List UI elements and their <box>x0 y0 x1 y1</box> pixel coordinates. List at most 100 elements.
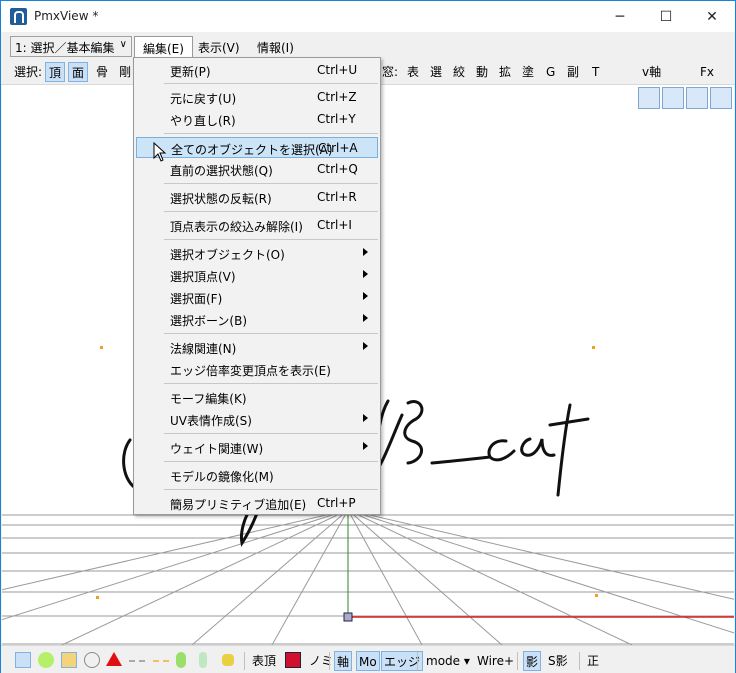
menu-item-invert-selection[interactable]: 選択状態の反転(R) Ctrl+R <box>136 187 378 208</box>
menu-separator <box>164 383 378 384</box>
mode-dropdown[interactable]: mode ▾ <box>424 651 472 671</box>
menu-separator <box>164 489 378 490</box>
status-separator <box>517 652 518 670</box>
menu-item-selected-vertex[interactable]: 選択頂点(V) <box>136 265 378 286</box>
menu-info[interactable]: 情報(I) <box>249 36 302 57</box>
tool-sub[interactable]: 副 <box>564 62 582 82</box>
fx-button[interactable]: Fx <box>697 62 717 82</box>
morph-display-icon[interactable] <box>222 654 234 666</box>
tool-move[interactable]: 動 <box>473 62 491 82</box>
menu-item-morph-edit[interactable]: モーフ編集(K) <box>136 387 378 408</box>
menu-separator <box>164 183 378 184</box>
submenu-arrow-icon <box>363 414 368 422</box>
menu-item-selected-face[interactable]: 選択面(F) <box>136 287 378 308</box>
maximize-button[interactable]: ☐ <box>643 1 689 32</box>
menu-edit[interactable]: 編集(E) <box>134 36 193 57</box>
menu-item-label: 全てのオブジェクトを選択(A) <box>171 143 333 157</box>
zoom-view-icon[interactable] <box>686 87 708 109</box>
menu-item-previous-selection[interactable]: 直前の選択状態(Q) Ctrl+Q <box>136 159 378 180</box>
select-vertex-toggle[interactable]: 頂 <box>45 62 66 82</box>
vertex-display-icon[interactable] <box>15 652 31 668</box>
menu-separator <box>164 333 378 334</box>
submenu-arrow-icon <box>363 342 368 350</box>
window-title: PmxView * <box>34 9 99 23</box>
submenu-arrow-icon <box>363 442 368 450</box>
menu-item-shortcut: Ctrl+Y <box>317 112 356 126</box>
tool-filter[interactable]: 絞 <box>450 62 468 82</box>
tool-table[interactable]: 表 <box>404 62 422 82</box>
tool-select[interactable]: 選 <box>427 62 445 82</box>
menu-item-label: 簡易プリミティブ追加(E) <box>170 498 307 512</box>
title-bar[interactable]: PmxView * ─ ☐ ✕ <box>1 1 735 32</box>
move-view-icon[interactable] <box>638 87 660 109</box>
menu-item-label: モデルの鏡像化(M) <box>170 470 274 484</box>
menu-item-show-edge-scale-vertices[interactable]: エッジ倍率変更頂点を表示(E) <box>136 359 378 380</box>
menu-separator <box>164 461 378 462</box>
status-bar: 表頂 ノミ 軸 Mo エッジ mode ▾ Wire+ 影 S影 正 <box>1 645 735 673</box>
close-button[interactable]: ✕ <box>689 1 735 32</box>
menu-item-label: 法線関連(N) <box>170 342 237 356</box>
menu-item-uv-morph[interactable]: UV表情作成(S) <box>136 409 378 430</box>
minimize-button[interactable]: ─ <box>597 1 643 32</box>
menu-item-clear-vertex-filter[interactable]: 頂点表示の絞込み解除(I) Ctrl+I <box>136 215 378 236</box>
joint-display-icon[interactable] <box>176 652 186 668</box>
submenu-arrow-icon <box>363 292 368 300</box>
select-bone-toggle[interactable]: 骨 <box>93 62 111 82</box>
rigid-display-icon[interactable] <box>84 652 100 668</box>
menu-item-label: 選択状態の反転(R) <box>170 192 272 206</box>
menu-item-label: 選択ボーン(B) <box>170 314 247 328</box>
select-face-toggle[interactable]: 面 <box>68 62 89 82</box>
menu-item-shortcut: Ctrl+Q <box>317 162 358 176</box>
menu-item-refresh[interactable]: 更新(P) Ctrl+U <box>136 60 378 81</box>
submenu-arrow-icon <box>363 248 368 256</box>
self-shadow-toggle[interactable]: S影 <box>546 651 570 671</box>
axis-toggle[interactable]: 軸 <box>334 651 353 671</box>
tool-t[interactable]: T <box>589 62 602 82</box>
menu-item-weights[interactable]: ウェイト関連(W) <box>136 437 378 458</box>
menu-item-redo[interactable]: やり直し(R) Ctrl+Y <box>136 109 378 130</box>
wire-plus-button[interactable]: Wire+ <box>475 651 516 671</box>
mode-select[interactable]: 1: 選択／基本編集 ∨ <box>10 36 132 57</box>
status-separator <box>244 652 245 670</box>
menu-separator <box>164 211 378 212</box>
menu-separator <box>164 133 378 134</box>
normal-display-icon[interactable] <box>38 652 54 668</box>
material-color-icon[interactable] <box>285 652 301 668</box>
wire-display-icon[interactable] <box>129 652 145 662</box>
select-rigid-toggle[interactable]: 剛 <box>116 62 134 82</box>
menu-item-normals[interactable]: 法線関連(N) <box>136 337 378 358</box>
edge-display-icon[interactable] <box>153 652 169 662</box>
softbody-display-icon[interactable] <box>199 652 207 668</box>
select-label: 選択: <box>14 65 43 79</box>
table-vertex-button[interactable]: 表頂 <box>250 651 278 671</box>
tool-paint[interactable]: 塗 <box>519 62 537 82</box>
menu-bar: 1: 選択／基本編集 ∨ 編集(E) 表示(V) 情報(I) <box>1 32 735 58</box>
menu-item-label: 頂点表示の絞込み解除(I) <box>170 220 303 234</box>
menu-item-label: 元に戻す(U) <box>170 92 237 106</box>
menu-item-label: 選択頂点(V) <box>170 270 236 284</box>
menu-item-mirror-model[interactable]: モデルの鏡像化(M) <box>136 465 378 486</box>
tool-scale[interactable]: 拡 <box>496 62 514 82</box>
rotate-view-icon[interactable] <box>710 87 732 109</box>
status-separator <box>329 652 330 670</box>
menu-item-undo[interactable]: 元に戻す(U) Ctrl+Z <box>136 87 378 108</box>
bone-display-icon[interactable] <box>61 652 77 668</box>
v-axis-button[interactable]: v軸 <box>639 62 664 82</box>
shadow-toggle[interactable]: 影 <box>523 651 542 671</box>
menu-item-label: 選択オブジェクト(O) <box>170 248 285 262</box>
face-display-icon[interactable] <box>106 652 122 666</box>
tool-g[interactable]: G <box>543 62 558 82</box>
menu-view[interactable]: 表示(V) <box>190 36 248 57</box>
menu-item-selected-object[interactable]: 選択オブジェクト(O) <box>136 243 378 264</box>
menu-item-selected-bone[interactable]: 選択ボーン(B) <box>136 309 378 330</box>
mode-select-value: 1: 選択／基本編集 <box>15 41 115 55</box>
menu-item-select-all[interactable]: 全てのオブジェクトを選択(A) Ctrl+A <box>136 137 378 158</box>
menu-item-shortcut: Ctrl+R <box>317 190 357 204</box>
menu-item-add-primitive[interactable]: 簡易プリミティブ追加(E) Ctrl+P <box>136 493 378 514</box>
menu-item-label: UV表情作成(S) <box>170 414 252 428</box>
mouse-cursor-icon <box>153 142 167 162</box>
mo-toggle[interactable]: Mo <box>356 651 380 671</box>
no-button[interactable]: ノミ <box>307 651 335 671</box>
pan-view-icon[interactable] <box>662 87 684 109</box>
front-view-button[interactable]: 正 <box>585 651 601 671</box>
